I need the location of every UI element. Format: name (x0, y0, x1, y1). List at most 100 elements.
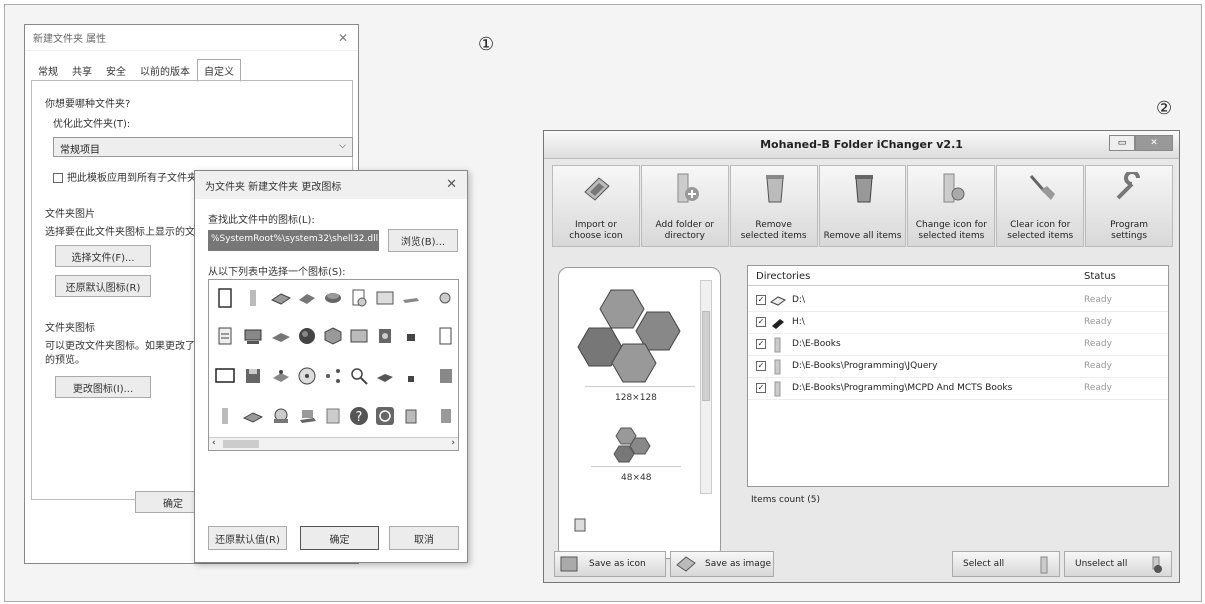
monitor-icon[interactable] (215, 366, 235, 386)
save-as-image-button[interactable]: Save as image (670, 551, 774, 577)
tab-customize[interactable]: 自定义 (197, 59, 241, 82)
horizontal-scrollbar[interactable]: ‹ › (209, 437, 458, 450)
panel-icon[interactable] (349, 326, 369, 346)
row-checkbox[interactable]: ✓ (756, 361, 766, 371)
scroll-right-icon[interactable]: › (451, 438, 455, 448)
table-row[interactable]: ✓ D:\E-Books Ready (748, 334, 1168, 356)
share-icon[interactable] (323, 366, 343, 386)
preview-scroll-thumb[interactable] (702, 311, 710, 401)
save-as-icon-button[interactable]: Save as icon (554, 551, 666, 577)
row-checkbox[interactable]: ✓ (756, 339, 766, 349)
icon-dialog-titlebar: 为文件夹 新建文件夹 更改图标 ✕ (195, 171, 467, 199)
add-folder-icon (677, 173, 699, 203)
window-icon[interactable] (375, 288, 395, 308)
directories-column-header[interactable]: Directories (756, 271, 810, 282)
change-icon-button[interactable]: Change icon for selected items (907, 165, 996, 247)
remove-selected-button[interactable]: Remove selected items (729, 165, 818, 247)
tab-sharing[interactable]: 共享 (65, 59, 99, 82)
tab-previous-versions[interactable]: 以前的版本 (133, 59, 197, 82)
drive-icon[interactable] (271, 288, 291, 308)
row-checkbox[interactable]: ✓ (756, 383, 766, 393)
partial-icon[interactable] (435, 288, 455, 308)
close-icon[interactable]: ✕ (338, 31, 348, 45)
folder-icon[interactable] (243, 288, 263, 308)
text-document-icon[interactable] (435, 326, 455, 346)
remove-all-button[interactable]: Remove all items (818, 165, 907, 247)
close-icon[interactable]: ✕ (446, 177, 457, 192)
blank-document-icon[interactable] (215, 288, 235, 308)
broom-icon (1030, 175, 1056, 200)
browse-button[interactable]: 浏览(B)... (388, 229, 458, 252)
optimize-select[interactable]: 常规项目 ⌵ (53, 137, 353, 157)
laptop-icon[interactable] (297, 406, 317, 426)
row-checkbox[interactable]: ✓ (756, 295, 766, 305)
status-column-header[interactable]: Status (1084, 271, 1116, 282)
apply-subfolders-row[interactable]: 把此模板应用到所有子文件夹(S (53, 169, 207, 184)
tab-general[interactable]: 常规 (31, 59, 65, 82)
choose-file-button[interactable]: 选择文件(F)... (55, 245, 151, 267)
icon-grid[interactable]: ? ‹ › (208, 279, 459, 451)
chip-icon[interactable] (297, 288, 317, 308)
restore-default-button[interactable]: 还原默认图标(R) (55, 275, 151, 297)
tab-security[interactable]: 安全 (99, 59, 133, 82)
computer-icon[interactable] (243, 326, 263, 346)
folder-icon (774, 381, 781, 397)
drive-icon (770, 296, 786, 306)
change-icon-button[interactable]: 更改图标(I)... (55, 376, 151, 398)
scroll-left-icon[interactable]: ‹ (212, 438, 216, 448)
table-row[interactable]: ✓ D:\E-Books\Programming\MCPD And MCTS B… (748, 378, 1168, 400)
gear-folder-icon (943, 173, 965, 203)
table-row[interactable]: ✓ H:\ Ready (748, 312, 1168, 334)
small-window-icon[interactable] (401, 326, 421, 346)
table-row[interactable]: ✓ D:\ Ready (748, 290, 1168, 312)
ok-button[interactable]: 确定 (300, 526, 379, 550)
icon-file-path-input[interactable]: %SystemRoot%\system32\shell32.dll (208, 230, 379, 251)
pattern-icon[interactable] (323, 406, 343, 426)
unselect-all-button[interactable]: Unselect all (1064, 551, 1172, 577)
table-row[interactable]: ✓ D:\E-Books\Programming\JQuery Ready (748, 356, 1168, 378)
add-folder-button[interactable]: Add folder or directory (640, 165, 729, 247)
document-clock-icon[interactable] (349, 288, 369, 308)
recycle-icon[interactable] (401, 406, 421, 426)
select-all-button[interactable]: Select all (952, 551, 1060, 577)
icons-description-2: 的预览。 (45, 355, 85, 366)
restore-default-button[interactable]: 还原默认值(R) (208, 526, 287, 550)
floppy-icon[interactable] (243, 366, 263, 386)
unselect-all-icon (1152, 556, 1162, 573)
grey-square-icon[interactable] (435, 366, 455, 386)
printer-icon[interactable] (375, 366, 395, 386)
toolbar-label-line1: Import or (574, 220, 617, 230)
disc-drive-icon[interactable] (271, 406, 291, 426)
ichanger-title: Mohaned-B Folder iChanger v2.1 (760, 138, 963, 151)
document-list-icon[interactable] (215, 326, 235, 346)
network-drive-icon[interactable] (271, 326, 291, 346)
list-header: Directories Status (748, 266, 1168, 286)
row-checkbox[interactable]: ✓ (756, 317, 766, 327)
small-disk-icon[interactable] (401, 366, 421, 386)
search-icon[interactable] (349, 366, 369, 386)
cube-icon[interactable] (323, 326, 343, 346)
tree-icon[interactable] (435, 406, 455, 426)
help-icon[interactable]: ? (349, 406, 369, 426)
preview-scrollbar[interactable] (700, 280, 712, 494)
drive-icon[interactable] (243, 406, 263, 426)
disk-drive-icon[interactable] (323, 288, 343, 308)
minimize-button[interactable]: ▭ (1109, 135, 1135, 151)
icon-dialog-title: 为文件夹 新建文件夹 更改图标 (205, 181, 342, 193)
close-button[interactable]: ✕ (1135, 135, 1173, 151)
network-icon[interactable] (271, 366, 291, 386)
apply-subfolders-label: 把此模板应用到所有子文件夹(S (67, 173, 208, 184)
scroll-thumb[interactable] (223, 440, 259, 448)
globe-icon[interactable] (297, 326, 317, 346)
apply-subfolders-checkbox[interactable] (53, 173, 63, 183)
speaker-icon[interactable] (375, 326, 395, 346)
power-icon[interactable] (375, 406, 395, 426)
folder-icon[interactable] (215, 406, 235, 426)
clear-icon-button[interactable]: Clear icon for selected items (996, 165, 1085, 247)
cd-icon[interactable] (297, 366, 317, 386)
import-icon-button[interactable]: Import or choose icon (552, 165, 640, 247)
image-icon (676, 556, 696, 572)
printer-icon[interactable] (401, 288, 421, 308)
program-settings-button[interactable]: Program settings (1085, 165, 1174, 247)
cancel-button[interactable]: 取消 (389, 526, 459, 550)
